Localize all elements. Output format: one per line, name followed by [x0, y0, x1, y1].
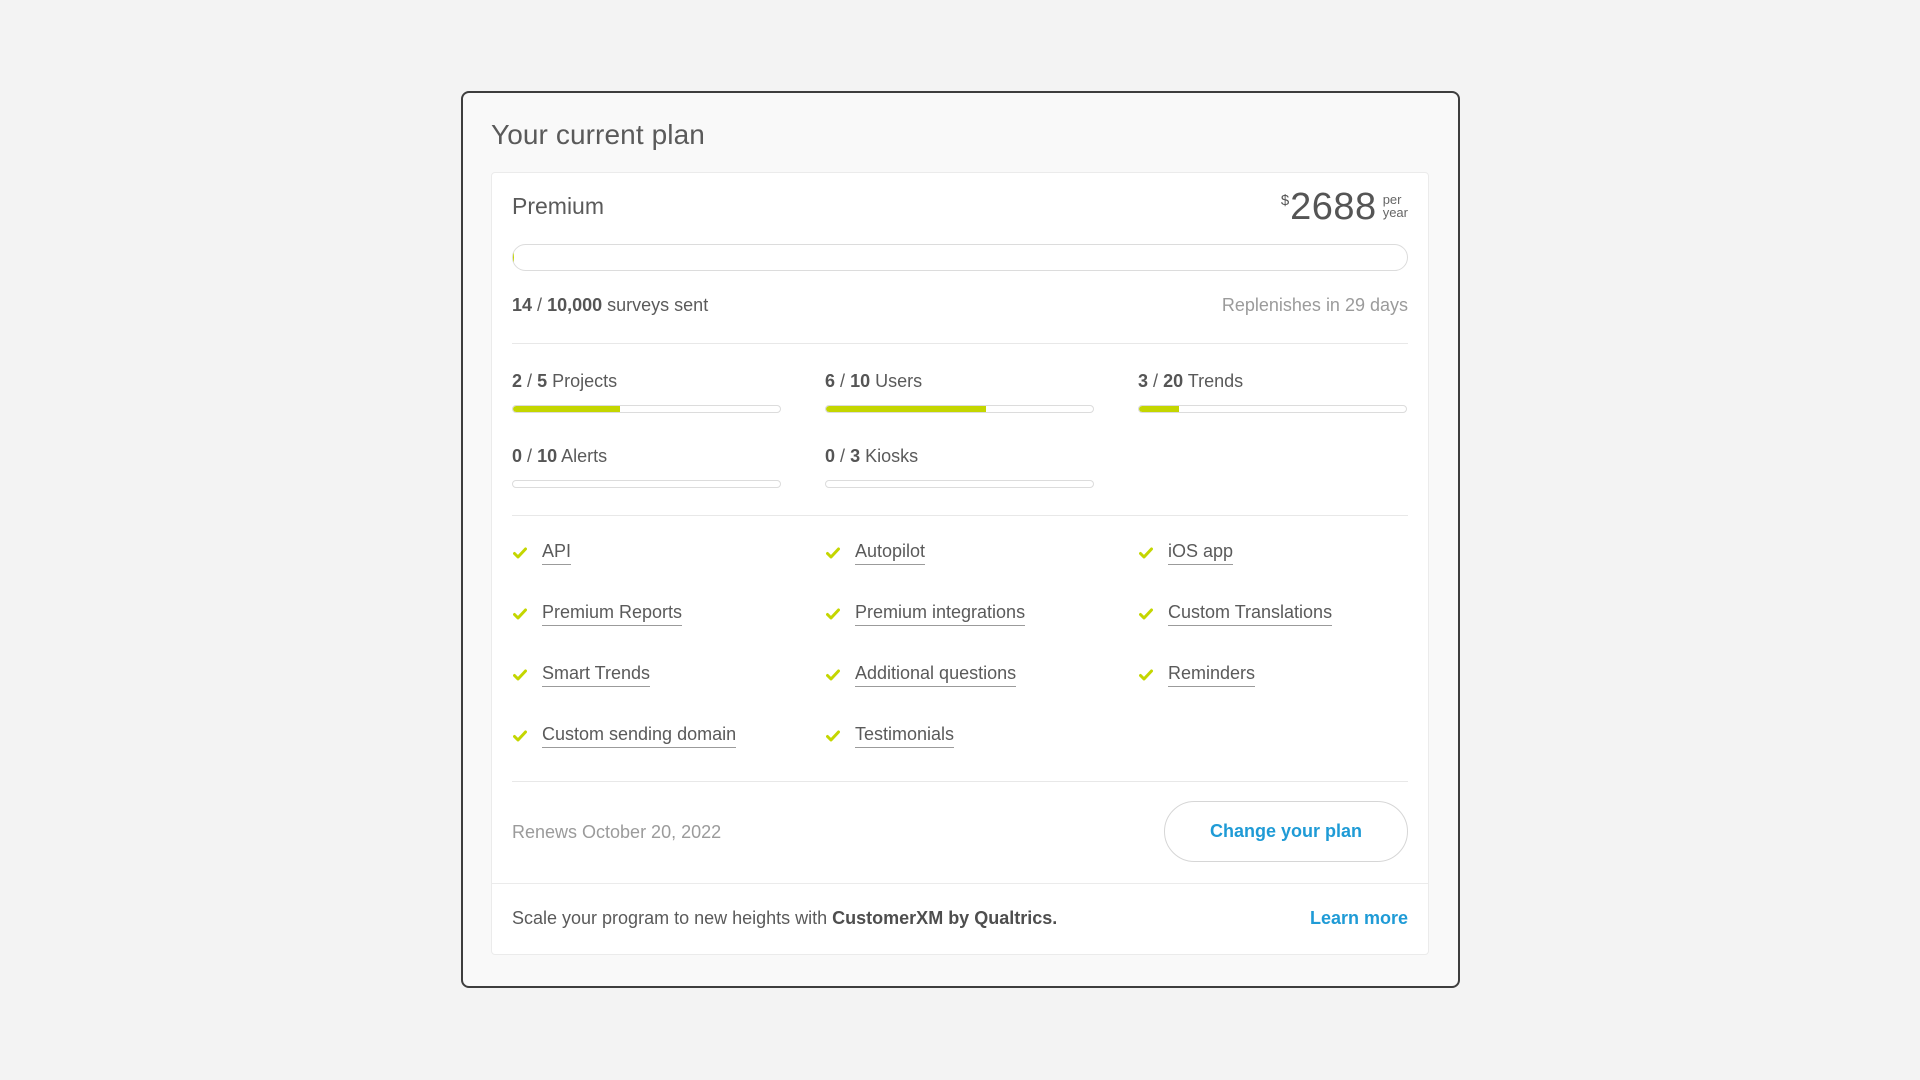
usage-meter-kiosks: 0 / 3 Kiosks — [825, 446, 1094, 488]
usage-separator: / — [840, 371, 846, 391]
feature-item: Autopilot — [825, 541, 926, 565]
feature-link[interactable]: Testimonials — [855, 724, 955, 748]
feature-item: Reminders — [1138, 663, 1256, 687]
feature-item: Additional questions — [825, 663, 1017, 687]
usage-separator: / — [527, 446, 533, 466]
current-plan-card: Your current plan Premium $ 2688 per yea… — [461, 91, 1460, 988]
price-period-year: year — [1382, 205, 1408, 220]
usage-meter-users: 6 / 10 Users — [825, 371, 1094, 413]
usage-used: 2 — [512, 371, 523, 391]
checkmark-icon — [512, 667, 528, 683]
promo-brand: CustomerXM by Qualtrics. — [832, 908, 1058, 928]
usage-limit: 10 — [537, 446, 558, 466]
feature-link[interactable]: Reminders — [1168, 663, 1256, 687]
surveys-status: 14 / 10,000 surveys sent Replenishes in … — [512, 295, 1408, 316]
divider — [492, 883, 1428, 884]
checkmark-icon — [1138, 545, 1154, 561]
feature-link[interactable]: API — [542, 541, 572, 565]
checkmark-icon — [825, 606, 841, 622]
feature-link[interactable]: Additional questions — [855, 663, 1017, 687]
usage-name: Users — [875, 371, 923, 391]
surveys-progress-bar — [512, 244, 1408, 271]
feature-link[interactable]: Premium Reports — [542, 602, 683, 626]
checkmark-icon — [512, 545, 528, 561]
usage-name: Trends — [1187, 371, 1244, 391]
checkmark-icon — [1138, 667, 1154, 683]
surveys-progress-fill — [513, 245, 515, 270]
plan-price: $ 2688 per year — [1281, 186, 1408, 228]
usage-progress-bar — [512, 405, 781, 413]
usage-separator: / — [840, 446, 846, 466]
feature-link[interactable]: Smart Trends — [542, 663, 651, 687]
surveys-separator: / — [537, 295, 543, 315]
usage-label: 3 / 20 Trends — [1138, 371, 1407, 392]
feature-link[interactable]: Premium integrations — [855, 602, 1026, 626]
usage-progress-bar — [825, 405, 1094, 413]
plan-panel: Premium $ 2688 per year 14 / 10,000 surv… — [491, 172, 1429, 955]
card-title: Your current plan — [491, 119, 705, 150]
checkmark-icon — [825, 728, 841, 744]
feature-link[interactable]: Custom sending domain — [542, 724, 737, 748]
divider — [512, 343, 1408, 344]
feature-item: Custom sending domain — [512, 724, 737, 748]
checkmark-icon — [512, 728, 528, 744]
surveys-label: surveys sent — [607, 295, 709, 315]
feature-item: API — [512, 541, 572, 565]
feature-item: Testimonials — [825, 724, 955, 748]
checkmark-icon — [1138, 606, 1154, 622]
usage-name: Kiosks — [865, 446, 919, 466]
usage-used: 6 — [825, 371, 836, 391]
divider — [512, 515, 1408, 516]
feature-link[interactable]: iOS app — [1168, 541, 1234, 565]
feature-item: Custom Translations — [1138, 602, 1333, 626]
feature-item: Premium integrations — [825, 602, 1026, 626]
usage-progress-fill — [513, 406, 620, 412]
usage-progress-bar — [1138, 405, 1407, 413]
usage-progress-bar — [512, 480, 781, 488]
feature-link[interactable]: Autopilot — [855, 541, 926, 565]
surveys-limit: 10,000 — [547, 295, 603, 315]
plan-name: Premium — [512, 193, 605, 219]
learn-more-link[interactable]: Learn more — [1310, 908, 1408, 929]
checkmark-icon — [825, 667, 841, 683]
replenish-text: Replenishes in 29 days — [1221, 295, 1408, 315]
usage-separator: / — [527, 371, 533, 391]
checkmark-icon — [512, 606, 528, 622]
usage-label: 0 / 10 Alerts — [512, 446, 781, 467]
feature-item: Smart Trends — [512, 663, 651, 687]
feature-item: iOS app — [1138, 541, 1234, 565]
renewal-date: Renews October 20, 2022 — [512, 822, 722, 842]
usage-used: 3 — [1138, 371, 1149, 391]
promo-text: Scale your program to new heights with C… — [512, 908, 1057, 929]
usage-progress-fill — [1139, 406, 1180, 412]
price-currency: $ — [1280, 192, 1290, 209]
promo-prefix: Scale your program to new heights with — [512, 908, 833, 928]
usage-progress-fill — [826, 406, 987, 412]
feature-item: Premium Reports — [512, 602, 683, 626]
usage-separator: / — [1153, 371, 1159, 391]
surveys-used: 14 — [512, 295, 533, 315]
usage-label: 2 / 5 Projects — [512, 371, 781, 392]
price-period: per year — [1383, 193, 1408, 219]
usage-limit: 10 — [850, 371, 871, 391]
usage-limit: 5 — [537, 371, 548, 391]
surveys-count: 14 / 10,000 surveys sent — [512, 295, 708, 316]
change-plan-button[interactable]: Change your plan — [1164, 801, 1408, 862]
usage-meter-alerts: 0 / 10 Alerts — [512, 446, 781, 488]
usage-used: 0 — [512, 446, 523, 466]
divider — [512, 781, 1408, 782]
usage-limit: 20 — [1163, 371, 1184, 391]
usage-progress-bar — [825, 480, 1094, 488]
usage-limit: 3 — [850, 446, 861, 466]
checkmark-icon — [825, 545, 841, 561]
usage-name: Alerts — [561, 446, 608, 466]
usage-label: 0 / 3 Kiosks — [825, 446, 1094, 467]
feature-link[interactable]: Custom Translations — [1168, 602, 1333, 626]
price-amount: 2688 — [1290, 186, 1377, 228]
usage-meter-projects: 2 / 5 Projects — [512, 371, 781, 413]
usage-name: Projects — [552, 371, 618, 391]
usage-meter-trends: 3 / 20 Trends — [1138, 371, 1407, 413]
usage-label: 6 / 10 Users — [825, 371, 1094, 392]
usage-used: 0 — [825, 446, 836, 466]
